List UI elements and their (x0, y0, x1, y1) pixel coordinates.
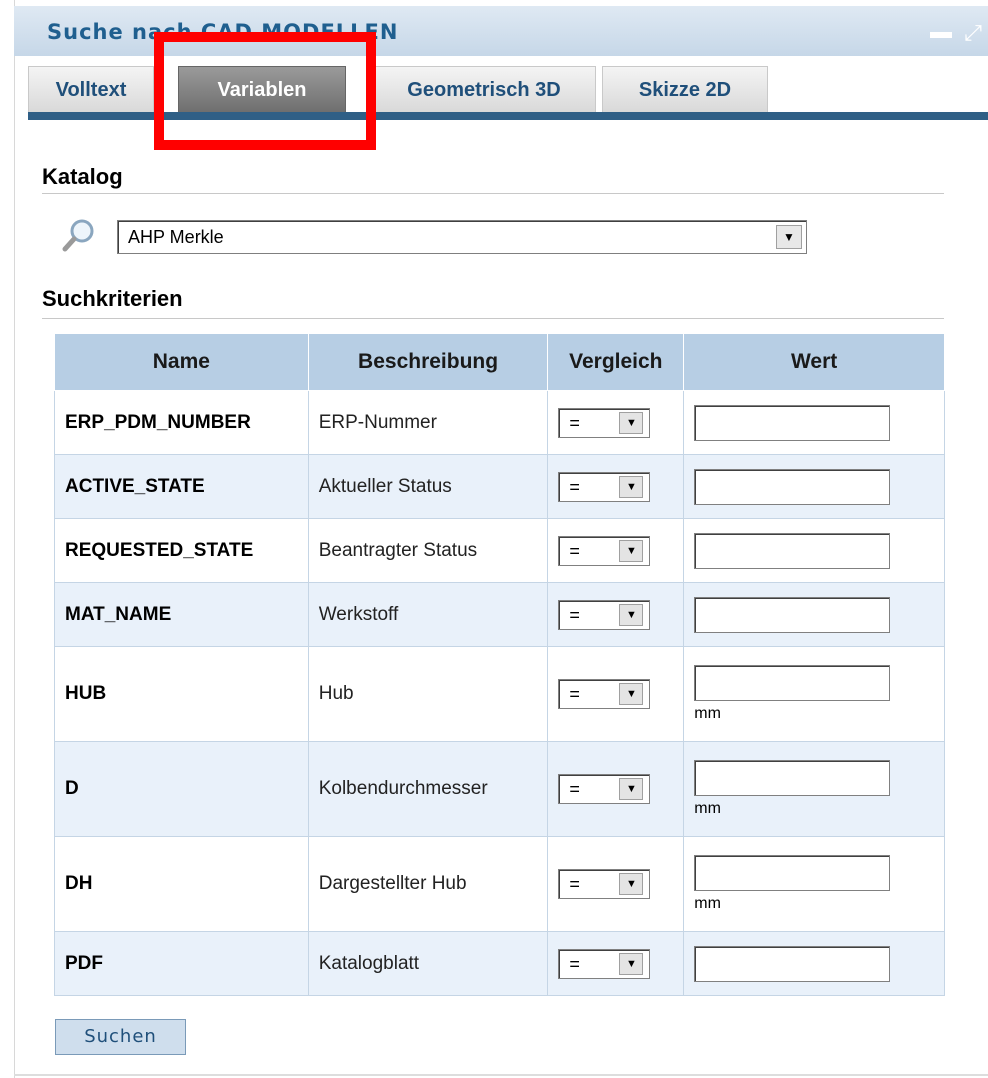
criterion-name: PDF (54, 931, 309, 996)
chevron-down-icon[interactable]: ▼ (619, 683, 644, 705)
comparison-select[interactable]: = ▼ (558, 599, 651, 630)
value-input[interactable] (694, 945, 891, 982)
criterion-name: ACTIVE_STATE (54, 454, 309, 519)
value-input[interactable] (694, 665, 891, 701)
unit-label: mm (694, 800, 721, 817)
comparison-cell: = ▼ (547, 454, 685, 519)
criterion-description: Werkstoff (307, 582, 549, 647)
comparison-value: = (569, 953, 580, 974)
criterion-name: MAT_NAME (54, 582, 309, 647)
comparison-value: = (569, 604, 580, 625)
criterion-description: Kolbendurchmesser (307, 741, 549, 837)
criterion-description: Hub (307, 646, 549, 742)
comparison-select[interactable]: = ▼ (558, 471, 651, 502)
tab-skizze-2d[interactable]: Skizze 2D (602, 66, 768, 112)
comparison-select[interactable]: = ▼ (558, 407, 651, 438)
catalog-select[interactable]: AHP Merkle ▼ (117, 220, 807, 254)
value-cell (683, 454, 945, 519)
search-panel: Suche nach CAD MODELLEN ⤢ Volltext Varia… (0, 0, 988, 1078)
column-header-name: Name (54, 333, 309, 391)
comparison-select[interactable]: = ▼ (558, 948, 651, 979)
criterion-description: Dargestellter Hub (307, 836, 549, 932)
value-input[interactable] (694, 596, 891, 633)
comparison-value: = (569, 476, 580, 497)
value-input[interactable] (694, 532, 891, 569)
criterion-description: Aktueller Status (307, 454, 549, 519)
comparison-cell: = ▼ (547, 646, 685, 742)
chevron-down-icon[interactable]: ▼ (619, 873, 644, 895)
chevron-down-icon[interactable]: ▼ (619, 475, 644, 498)
value-cell (683, 931, 945, 996)
value-input[interactable] (694, 760, 891, 796)
column-header-comparison: Vergleich (547, 333, 685, 391)
criterion-description: Katalogblatt (307, 931, 549, 996)
comparison-select[interactable]: = ▼ (558, 869, 651, 899)
value-cell: mm (683, 741, 945, 837)
value-cell (683, 582, 945, 647)
comparison-select[interactable]: = ▼ (558, 535, 651, 566)
criterion-name: REQUESTED_STATE (54, 518, 309, 583)
criterion-name: D (54, 741, 309, 837)
table-row: REQUESTED_STATE Beantragter Status = ▼ (54, 518, 945, 583)
tab-geometrisch-3d[interactable]: Geometrisch 3D (368, 66, 596, 112)
minimize-icon[interactable] (930, 32, 952, 38)
comparison-select[interactable]: = ▼ (558, 774, 651, 804)
criterion-name: DH (54, 836, 309, 932)
criteria-table: Name Beschreibung Vergleich Wert ERP_PDM… (54, 333, 945, 996)
search-button[interactable]: Suchen (55, 1019, 186, 1055)
table-header-row: Name Beschreibung Vergleich Wert (54, 333, 945, 391)
comparison-value: = (569, 540, 580, 561)
comparison-value: = (569, 412, 580, 433)
table-row: MAT_NAME Werkstoff = ▼ (54, 582, 945, 647)
comparison-value: = (569, 874, 580, 894)
comparison-cell: = ▼ (547, 741, 685, 837)
table-row: ERP_PDM_NUMBER ERP-Nummer = ▼ (54, 390, 945, 455)
column-header-description: Beschreibung (307, 333, 549, 391)
table-row: ACTIVE_STATE Aktueller Status = ▼ (54, 454, 945, 519)
comparison-select[interactable]: = ▼ (558, 679, 651, 709)
comparison-cell: = ▼ (547, 518, 685, 583)
catalog-select-value: AHP Merkle (128, 227, 224, 247)
chevron-down-icon[interactable]: ▼ (776, 225, 802, 249)
table-row: PDF Katalogblatt = ▼ (54, 931, 945, 996)
tab-volltext[interactable]: Volltext (28, 66, 154, 112)
catalog-divider (42, 193, 944, 194)
comparison-value: = (569, 779, 580, 799)
criterion-name: HUB (54, 646, 309, 742)
comparison-cell: = ▼ (547, 582, 685, 647)
panel-bottom-border (14, 1074, 988, 1076)
chevron-down-icon[interactable]: ▼ (619, 603, 644, 626)
chevron-down-icon[interactable]: ▼ (619, 778, 644, 800)
panel-edge (0, 0, 15, 1078)
comparison-cell: = ▼ (547, 931, 685, 996)
table-row: D Kolbendurchmesser = ▼ mm (54, 741, 945, 837)
value-input[interactable] (694, 468, 891, 505)
value-cell (683, 518, 945, 583)
chevron-down-icon[interactable]: ▼ (619, 539, 644, 562)
criterion-description: Beantragter Status (307, 518, 549, 583)
comparison-cell: = ▼ (547, 836, 685, 932)
criteria-heading: Suchkriterien (42, 286, 183, 311)
value-input[interactable] (694, 855, 891, 891)
maximize-icon[interactable]: ⤢ (958, 20, 988, 46)
unit-label: mm (694, 895, 721, 912)
value-cell: mm (683, 646, 945, 742)
value-input[interactable] (694, 404, 891, 441)
chevron-down-icon[interactable]: ▼ (619, 411, 644, 434)
column-header-value: Wert (683, 333, 945, 391)
criteria-divider (42, 318, 944, 319)
table-row: HUB Hub = ▼ mm (54, 646, 945, 742)
value-cell (683, 390, 945, 455)
unit-label: mm (694, 705, 721, 722)
chevron-down-icon[interactable]: ▼ (619, 952, 644, 975)
criterion-name: ERP_PDM_NUMBER (54, 390, 309, 455)
value-cell: mm (683, 836, 945, 932)
comparison-value: = (569, 684, 580, 704)
criterion-description: ERP-Nummer (307, 390, 549, 455)
highlight-box (154, 32, 376, 150)
search-icon[interactable] (62, 218, 96, 252)
table-row: DH Dargestellter Hub = ▼ mm (54, 836, 945, 932)
comparison-cell: = ▼ (547, 390, 685, 455)
catalog-heading: Katalog (42, 164, 123, 189)
